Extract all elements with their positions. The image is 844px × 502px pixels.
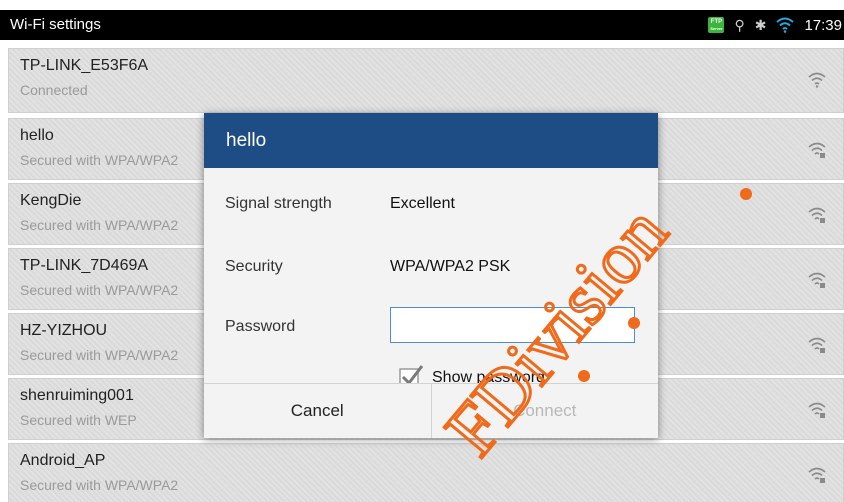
network-status: Secured with WEP <box>20 412 137 428</box>
wifi-status-icon <box>776 17 795 33</box>
network-status: Secured with WPA/WPA2 <box>20 152 179 168</box>
signal-strength-value: Excellent <box>390 195 455 212</box>
status-bar: Wi-Fi settings FTP Server ⚲ ✱ 17:39 <box>0 10 844 40</box>
security-value: WPA/WPA2 PSK <box>390 258 511 275</box>
usb-icon: ⚲ <box>734 16 745 33</box>
ftp-badge-bottom: Server <box>710 26 723 31</box>
ftp-badge-top: FTP <box>710 19 723 25</box>
wifi-secured-icon <box>807 206 827 229</box>
wifi-secured-icon <box>807 401 827 424</box>
network-item[interactable]: Android_AP Secured with WPA/WPA2 <box>8 443 844 502</box>
dialog-header: hello <box>204 113 658 168</box>
dialog-title: hello <box>226 130 267 151</box>
bluetooth-icon: ✱ <box>754 16 767 33</box>
wifi-secured-icon <box>807 141 827 164</box>
ftp-server-icon: FTP Server <box>708 17 725 33</box>
network-ssid: KengDie <box>20 192 82 209</box>
cancel-button[interactable]: Cancel <box>204 384 432 438</box>
signal-strength-label: Signal strength <box>225 195 332 212</box>
network-status: Secured with WPA/WPA2 <box>20 477 179 493</box>
network-ssid: hello <box>20 127 54 144</box>
network-ssid: TP-LINK_7D469A <box>20 257 149 274</box>
wifi-secured-icon <box>807 336 827 359</box>
network-ssid: TP-LINK_E53F6A <box>20 57 149 74</box>
network-item[interactable]: TP-LINK_E53F6A Connected <box>8 48 844 113</box>
status-icons: FTP Server ⚲ ✱ 17:39 <box>708 15 844 35</box>
network-ssid: Android_AP <box>20 452 106 469</box>
screen: Wi-Fi settings FTP Server ⚲ ✱ 17:39 TP-L… <box>0 0 844 502</box>
wifi-secured-icon <box>807 466 827 489</box>
clock: 17:39 <box>804 16 842 34</box>
network-status: Secured with WPA/WPA2 <box>20 217 179 233</box>
wifi-secured-icon <box>807 271 827 294</box>
security-label: Security <box>225 258 283 275</box>
network-status: Secured with WPA/WPA2 <box>20 282 179 298</box>
connect-button[interactable]: Connect <box>432 384 659 438</box>
password-field[interactable] <box>390 307 635 343</box>
network-status: Secured with WPA/WPA2 <box>20 347 179 363</box>
wifi-connect-dialog: hello Signal strength Excellent Security… <box>204 113 658 438</box>
network-ssid: HZ-YIZHOU <box>20 322 108 339</box>
dialog-footer: Cancel Connect <box>204 383 658 438</box>
network-status: Connected <box>20 82 88 98</box>
password-label: Password <box>225 318 296 335</box>
wifi-signal-icon <box>807 71 827 94</box>
network-ssid: shenruiming001 <box>20 387 134 404</box>
status-bar-title: Wi-Fi settings <box>10 16 101 33</box>
